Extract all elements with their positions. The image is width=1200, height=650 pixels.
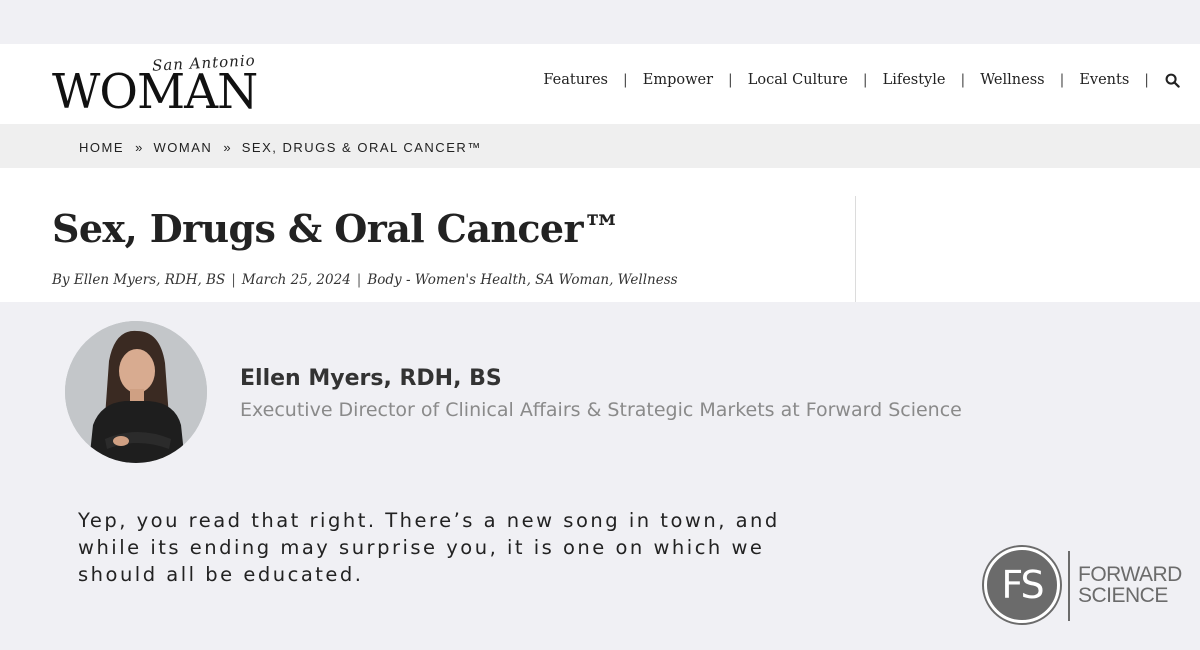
nav-item-features[interactable]: Features <box>528 72 623 88</box>
breadcrumb-current: SEX, DRUGS & ORAL CANCER™ <box>241 140 482 155</box>
author-photo <box>65 321 207 463</box>
breadcrumb-bar: HOME » WOMAN » SEX, DRUGS & ORAL CANCER™ <box>0 124 1200 168</box>
byline-author[interactable]: By Ellen Myers, RDH, BS <box>52 272 225 288</box>
breadcrumb-woman-link[interactable]: WOMAN <box>153 140 212 155</box>
nav-item-lifestyle[interactable]: Lifestyle <box>868 72 961 88</box>
breadcrumb-separator: » <box>223 140 231 155</box>
byline-categories[interactable]: Body - Women's Health, SA Woman, Wellnes… <box>367 272 677 288</box>
fs-wordmark: FORWARD SCIENCE <box>1078 564 1182 606</box>
fs-wordmark-line1: FORWARD <box>1078 563 1182 586</box>
site-header: San Antonio WOMAN Features | Empower | L… <box>0 44 1200 124</box>
byline-date: March 25, 2024 <box>241 272 351 288</box>
excerpt-line: while its ending may surprise you, it is… <box>78 536 765 559</box>
fs-logo-divider <box>1068 551 1070 621</box>
nav-item-wellness[interactable]: Wellness <box>965 72 1059 88</box>
breadcrumb-home-link[interactable]: HOME <box>79 140 124 155</box>
fs-wordmark-line2: SCIENCE <box>1078 584 1168 607</box>
breadcrumb-separator: » <box>135 140 143 155</box>
article-byline: By Ellen Myers, RDH, BS | March 25, 2024 | B… <box>52 272 678 288</box>
author-role: Executive Director of Clinical Affairs &… <box>240 399 962 421</box>
author-name: Ellen Myers, RDH, BS <box>240 366 502 391</box>
byline-separator: | <box>231 272 236 288</box>
fs-monogram: FS <box>984 547 1060 623</box>
excerpt-line: Yep, you read that right. There’s a new … <box>78 509 780 532</box>
site-logo[interactable]: San Antonio WOMAN <box>52 50 282 120</box>
article-header: Sex, Drugs & Oral Cancer™ By Ellen Myers… <box>0 168 1200 302</box>
article-excerpt: Yep, you read that right. There’s a new … <box>78 507 878 588</box>
article-title: Sex, Drugs & Oral Cancer™ <box>52 206 621 251</box>
search-icon <box>1165 73 1180 88</box>
logo-wordmark: WOMAN <box>52 64 258 120</box>
byline-separator: | <box>356 272 362 288</box>
nav-item-local-culture[interactable]: Local Culture <box>733 72 863 88</box>
nav-item-events[interactable]: Events <box>1064 72 1144 88</box>
excerpt-line: should all be educated. <box>78 563 364 586</box>
nav-item-empower[interactable]: Empower <box>628 72 728 88</box>
search-button[interactable] <box>1149 73 1180 88</box>
author-avatar <box>65 321 207 463</box>
breadcrumb: HOME » WOMAN » SEX, DRUGS & ORAL CANCER™ <box>79 140 482 155</box>
sidebar-divider <box>855 196 856 302</box>
main-nav: Features | Empower | Local Culture | Lif… <box>528 70 1180 90</box>
forward-science-logo: FS FORWARD SCIENCE <box>984 545 1189 625</box>
